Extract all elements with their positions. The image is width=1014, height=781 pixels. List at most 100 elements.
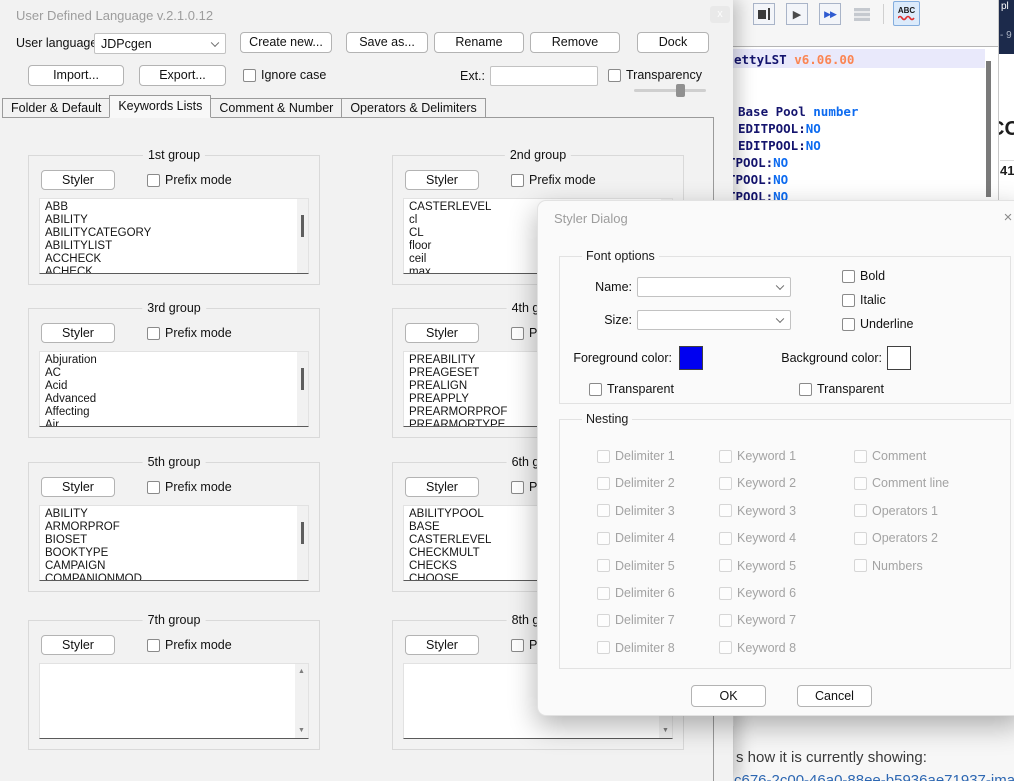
list-item[interactable]: CAMPAIGN (45, 560, 294, 573)
list-item[interactable]: ABILITYCATEGORY (45, 227, 294, 240)
prefix-mode-checkbox[interactable]: Prefix mode (511, 173, 596, 187)
list-item[interactable]: AC (45, 367, 294, 380)
styler-button[interactable]: Styler (405, 323, 479, 343)
remove-button[interactable]: Remove (530, 32, 620, 53)
nesting-checkbox-delimiter-3[interactable]: Delimiter 3 (597, 504, 675, 518)
list-item[interactable]: Air (45, 419, 294, 427)
run-icon[interactable]: ▶ (786, 3, 808, 25)
nesting-checkbox-comment[interactable]: Comment (854, 449, 926, 463)
listbox-scrollbar-thumb[interactable] (301, 522, 304, 544)
nesting-checkbox-delimiter-2[interactable]: Delimiter 2 (597, 476, 675, 490)
save-as-button[interactable]: Save as... (346, 32, 428, 53)
tab-operators-delimiters[interactable]: Operators & Delimiters (341, 98, 485, 118)
nesting-checkbox-delimiter-5[interactable]: Delimiter 5 (597, 559, 675, 573)
font-size-combobox[interactable] (637, 310, 791, 330)
list-item[interactable]: BIOSET (45, 534, 294, 547)
tab-comment-number[interactable]: Comment & Number (210, 98, 342, 118)
styler-button[interactable]: Styler (405, 477, 479, 497)
keyword-listbox[interactable]: AbjurationACAcidAdvancedAffectingAir (39, 351, 309, 427)
foreground-color-swatch[interactable] (679, 346, 703, 370)
cancel-button[interactable]: Cancel (797, 685, 872, 707)
background-transparent-checkbox[interactable]: Transparent (799, 382, 884, 396)
nesting-checkbox-keyword-6[interactable]: Keyword 6 (719, 586, 796, 600)
nesting-checkbox-operators-2[interactable]: Operators 2 (854, 531, 938, 545)
listbox-scrollbar[interactable] (297, 199, 308, 273)
listbox-scrollbar[interactable] (297, 506, 308, 580)
step-icon[interactable] (753, 3, 775, 25)
close-icon[interactable]: x (710, 6, 730, 23)
background-color-swatch[interactable] (887, 346, 911, 370)
import-button[interactable]: Import... (28, 65, 124, 86)
nesting-checkbox-keyword-5[interactable]: Keyword 5 (719, 559, 796, 573)
scroll-down-icon[interactable]: ▼ (295, 727, 308, 734)
keyword-listbox[interactable]: ABBABILITYABILITYCATEGORYABILITYLISTACCH… (39, 198, 309, 274)
bold-checkbox[interactable]: Bold (842, 269, 885, 283)
page-link[interactable]: c676-2c00-46a0-88ee-b5936ae71937-image (734, 772, 1014, 781)
keyword-listbox[interactable]: ▲▼ (39, 663, 309, 739)
prefix-mode-checkbox[interactable]: Prefix mode (147, 638, 232, 652)
nesting-checkbox-numbers[interactable]: Numbers (854, 559, 923, 573)
spellcheck-icon[interactable]: ABC (893, 1, 920, 26)
styler-button[interactable]: Styler (41, 170, 115, 190)
nesting-checkbox-delimiter-6[interactable]: Delimiter 6 (597, 586, 675, 600)
run-all-icon[interactable]: ▶▶ (819, 3, 841, 25)
listbox-scrollbar-thumb[interactable] (301, 368, 304, 390)
nesting-checkbox-delimiter-1[interactable]: Delimiter 1 (597, 449, 675, 463)
listbox-scrollbar-thumb[interactable] (301, 215, 304, 237)
styler-button[interactable]: Styler (41, 635, 115, 655)
styler-button[interactable]: Styler (41, 477, 115, 497)
styler-button[interactable]: Styler (41, 323, 115, 343)
list-item[interactable]: ARMORPROF (45, 521, 294, 534)
nesting-checkbox-operators-1[interactable]: Operators 1 (854, 504, 938, 518)
list-item[interactable]: Affecting (45, 406, 294, 419)
list-item[interactable]: ACCHECK (45, 253, 294, 266)
listbox-scrollbar[interactable] (297, 352, 308, 426)
nesting-checkbox-keyword-7[interactable]: Keyword 7 (719, 613, 796, 627)
list-item[interactable]: COMPANIONMOD (45, 573, 294, 581)
list-item[interactable]: Advanced (45, 393, 294, 406)
transparency-slider-thumb[interactable] (676, 84, 685, 97)
list-item[interactable]: ACHECK (45, 266, 294, 274)
styler-button[interactable]: Styler (405, 170, 479, 190)
create-new-button[interactable]: Create new... (240, 32, 332, 53)
nesting-checkbox-delimiter-7[interactable]: Delimiter 7 (597, 613, 675, 627)
user-language-combobox[interactable]: JDPcgen (94, 33, 226, 54)
font-name-combobox[interactable] (637, 277, 791, 297)
nesting-checkbox-keyword-8[interactable]: Keyword 8 (719, 641, 796, 655)
nesting-checkbox-comment-line[interactable]: Comment line (854, 476, 949, 490)
nesting-checkbox-keyword-3[interactable]: Keyword 3 (719, 504, 796, 518)
prefix-mode-checkbox[interactable]: Prefix mode (147, 326, 232, 340)
scroll-up-icon[interactable]: ▲ (295, 668, 308, 675)
macro-icon[interactable] (851, 3, 873, 25)
list-item[interactable]: ABB (45, 201, 294, 214)
nesting-checkbox-delimiter-8[interactable]: Delimiter 8 (597, 641, 675, 655)
list-item[interactable]: ABILITYLIST (45, 240, 294, 253)
keyword-listbox[interactable]: ABILITYARMORPROFBIOSETBOOKTYPECAMPAIGNCO… (39, 505, 309, 581)
list-item[interactable]: BOOKTYPE (45, 547, 294, 560)
tab-folder-default[interactable]: Folder & Default (2, 98, 110, 118)
ext-input[interactable] (490, 66, 598, 86)
underline-checkbox[interactable]: Underline (842, 317, 914, 331)
prefix-mode-checkbox[interactable]: Prefix mode (147, 173, 232, 187)
close-icon[interactable]: × (997, 207, 1014, 229)
transparency-checkbox[interactable]: Transparency (608, 68, 702, 82)
nesting-checkbox-keyword-4[interactable]: Keyword 4 (719, 531, 796, 545)
scroll-down-icon[interactable]: ▼ (659, 727, 672, 734)
nesting-checkbox-delimiter-4[interactable]: Delimiter 4 (597, 531, 675, 545)
italic-checkbox[interactable]: Italic (842, 293, 886, 307)
export-button[interactable]: Export... (139, 65, 226, 86)
list-item[interactable]: Abjuration (45, 354, 294, 367)
list-item[interactable]: Acid (45, 380, 294, 393)
prefix-mode-checkbox[interactable]: Prefix mode (147, 480, 232, 494)
list-item[interactable]: ABILITY (45, 508, 294, 521)
list-item[interactable]: ABILITY (45, 214, 294, 227)
editor-scrollbar[interactable] (986, 61, 991, 197)
styler-button[interactable]: Styler (405, 635, 479, 655)
tab-keywords-lists[interactable]: Keywords Lists (109, 95, 211, 118)
listbox-scrollbar[interactable]: ▲▼ (295, 664, 308, 738)
nesting-checkbox-keyword-2[interactable]: Keyword 2 (719, 476, 796, 490)
ignore-case-checkbox[interactable]: Ignore case (243, 68, 326, 82)
rename-button[interactable]: Rename (434, 32, 524, 53)
nesting-checkbox-keyword-1[interactable]: Keyword 1 (719, 449, 796, 463)
ok-button[interactable]: OK (691, 685, 766, 707)
